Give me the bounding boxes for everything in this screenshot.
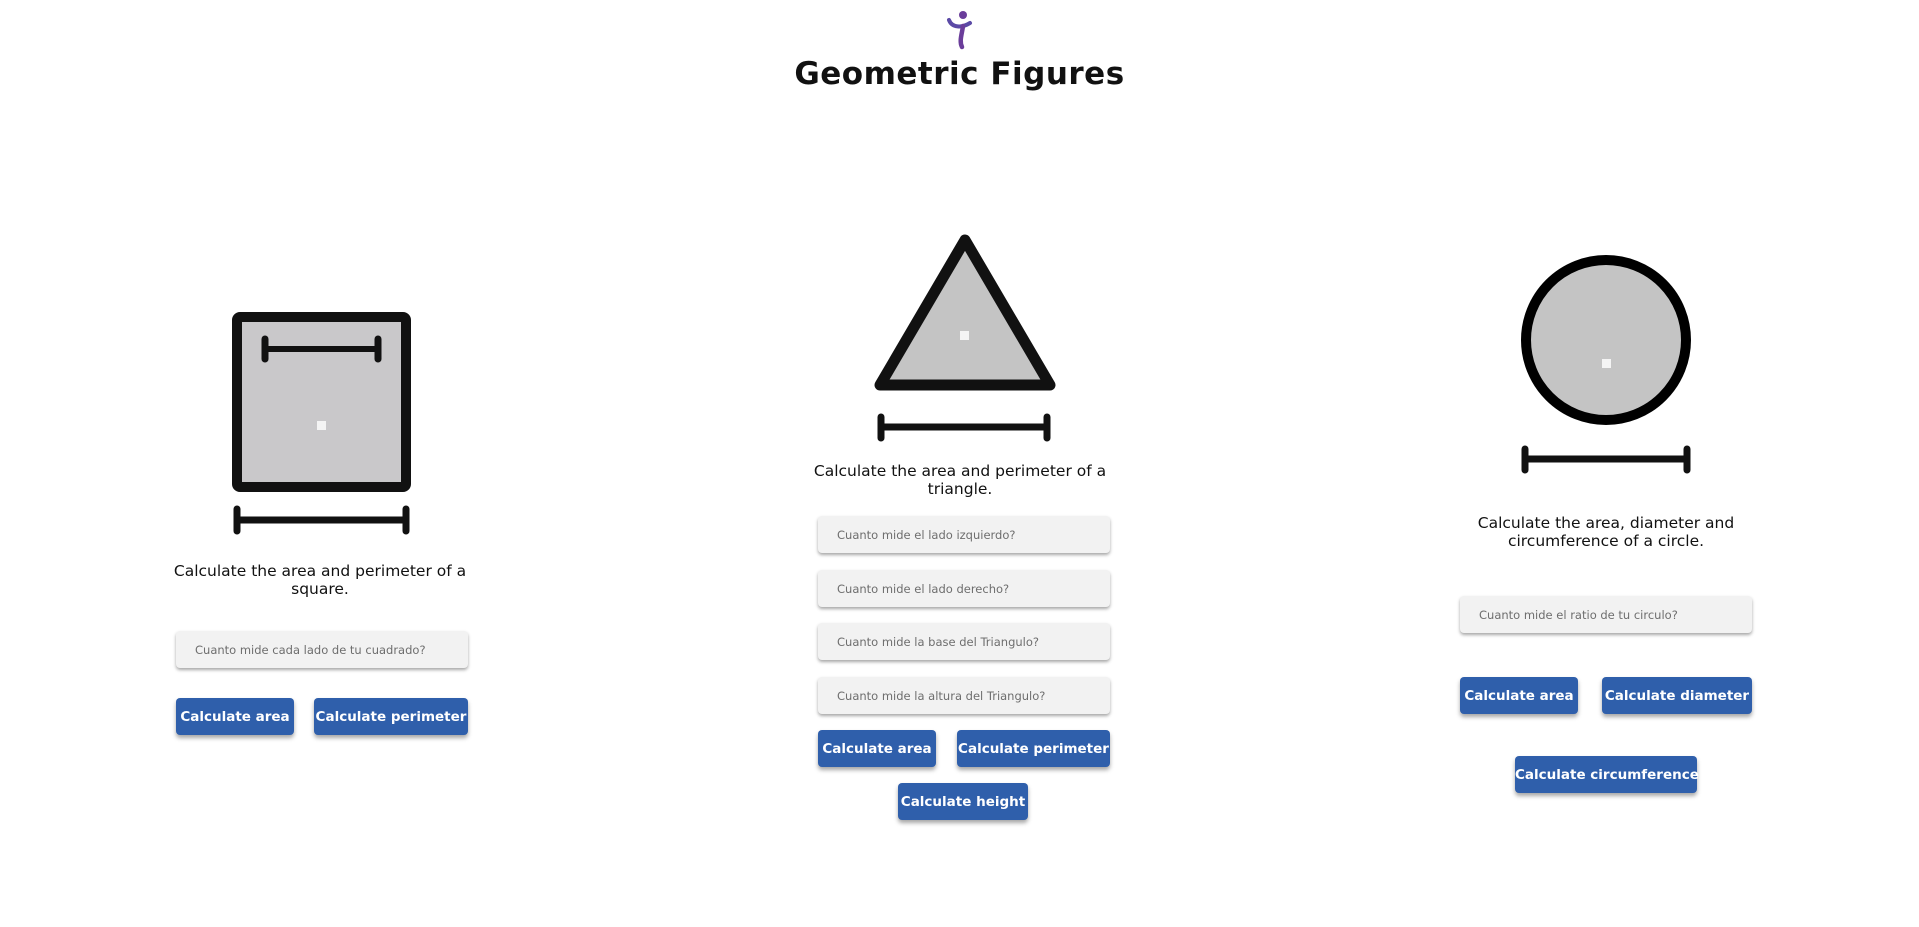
circle-calculate-area-button[interactable]: Calculate area	[1460, 677, 1578, 714]
triangle-calculate-area-button[interactable]: Calculate area	[818, 730, 936, 767]
circle-radius-input[interactable]	[1460, 596, 1752, 633]
page-title: Geometric Figures	[794, 56, 1125, 92]
triangle-description: Calculate the area and perimeter of a tr…	[813, 462, 1107, 498]
triangle-calculate-height-button[interactable]: Calculate height	[898, 783, 1028, 820]
circle-description: Calculate the area, diameter and circumf…	[1477, 514, 1735, 550]
square-description: Calculate the area and perimeter of a sq…	[173, 562, 467, 598]
square-side-input[interactable]	[176, 631, 468, 668]
circle-calculate-diameter-button[interactable]: Calculate diameter	[1602, 677, 1752, 714]
square-calculate-perimeter-button[interactable]: Calculate perimeter	[314, 698, 468, 735]
square-calculate-area-button[interactable]: Calculate area	[176, 698, 294, 735]
circle-measure-bar-icon	[1521, 445, 1691, 474]
triangle-measure-bar-icon	[877, 413, 1051, 442]
square-figure-icon	[232, 312, 411, 492]
triangle-right-side-input[interactable]	[818, 570, 1110, 607]
logo-icon	[947, 11, 972, 50]
square-measure-bar-icon	[233, 505, 410, 535]
circle-figure-icon	[1521, 255, 1691, 425]
triangle-calculate-perimeter-button[interactable]: Calculate perimeter	[957, 730, 1110, 767]
triangle-figure-icon	[874, 234, 1056, 391]
triangle-height-input[interactable]	[818, 677, 1110, 714]
circle-calculate-circumference-button[interactable]: Calculate circumference	[1515, 756, 1699, 793]
triangle-left-side-input[interactable]	[818, 516, 1110, 553]
triangle-base-input[interactable]	[818, 623, 1110, 660]
